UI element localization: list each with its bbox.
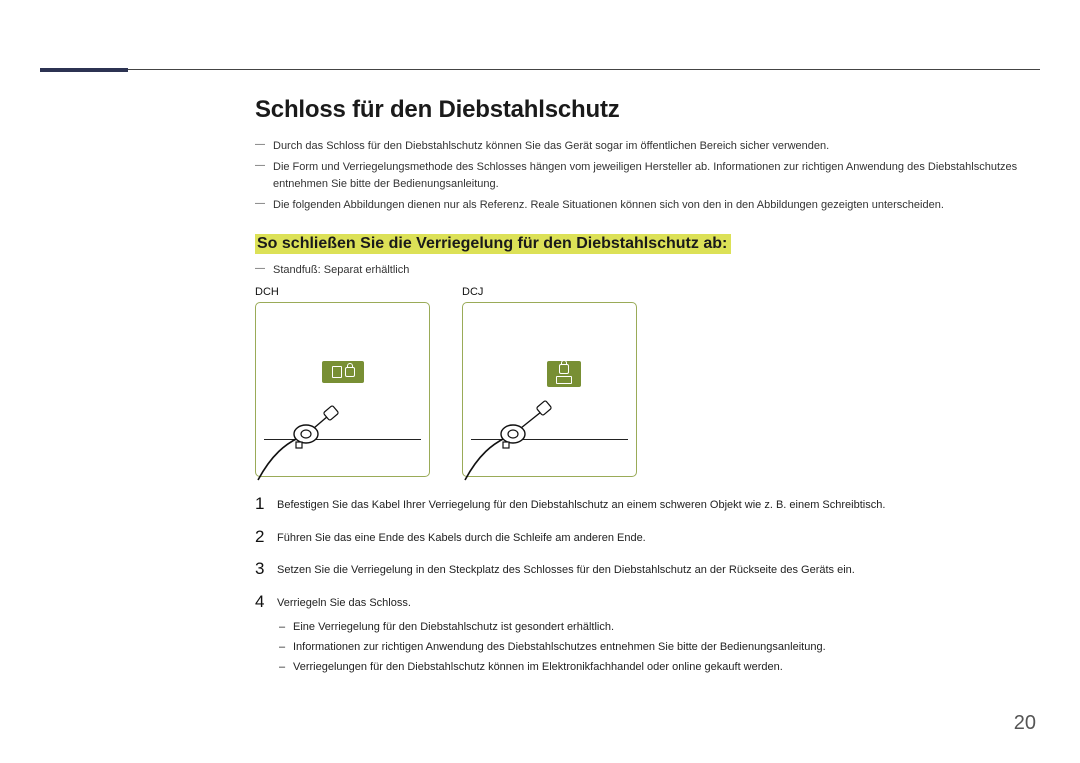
slot-icon <box>332 366 342 378</box>
step-number: 1 <box>255 495 277 512</box>
intro-bullet-2: Die Form und Verriegelungsmethode des Sc… <box>255 159 1032 193</box>
figure-dch: DCH <box>255 286 430 477</box>
intro-bullet-1: Durch das Schloss für den Diebstahlschut… <box>255 138 1032 155</box>
step-4-text: Verriegeln Sie das Schloss. <box>277 597 411 609</box>
intro-bullets: Durch das Schloss für den Diebstahlschut… <box>255 138 1032 214</box>
page-heading: Schloss für den Diebstahlschutz <box>255 96 1032 124</box>
content-area: Schloss für den Diebstahlschutz Durch da… <box>255 96 1032 693</box>
notes-list: Eine Verriegelung für den Diebstahlschut… <box>277 619 826 676</box>
step-text: Setzen Sie die Verriegelung in den Steck… <box>277 560 855 579</box>
figures-row: DCH <box>255 286 1032 477</box>
step-text: Verriegeln Sie das Schloss. Eine Verrieg… <box>277 593 826 680</box>
slot-icon <box>556 376 572 384</box>
figure-label-dch: DCH <box>255 286 430 298</box>
header-rule <box>128 69 1040 70</box>
stand-note: Standfuß: Separat erhältlich <box>255 264 1032 276</box>
note-2: Informationen zur richtigen Anwendung de… <box>277 639 826 656</box>
lock-icon <box>345 367 355 377</box>
cable-lock-icon <box>459 394 579 484</box>
figure-box-dch <box>255 302 430 477</box>
figure-dcj: DCJ <box>462 286 637 477</box>
header-accent-bar <box>40 68 128 72</box>
page-number: 20 <box>1014 712 1036 735</box>
step-number: 3 <box>255 560 277 577</box>
step-3: 3 Setzen Sie die Verriegelung in den Ste… <box>255 560 1032 579</box>
note-1: Eine Verriegelung für den Diebstahlschut… <box>277 619 826 636</box>
figure-box-dcj <box>462 302 637 477</box>
note-3: Verriegelungen für den Diebstahlschutz k… <box>277 659 826 676</box>
cable-lock-icon <box>252 394 372 484</box>
lock-badge-dch <box>322 361 364 383</box>
subheading: So schließen Sie die Verriegelung für de… <box>255 234 731 254</box>
step-2: 2 Führen Sie das eine Ende des Kabels du… <box>255 528 1032 547</box>
step-number: 4 <box>255 593 277 610</box>
step-text: Führen Sie das eine Ende des Kabels durc… <box>277 528 646 547</box>
step-4: 4 Verriegeln Sie das Schloss. Eine Verri… <box>255 593 1032 680</box>
page: Schloss für den Diebstahlschutz Durch da… <box>0 0 1080 763</box>
steps-list: 1 Befestigen Sie das Kabel Ihrer Verrieg… <box>255 495 1032 679</box>
step-text: Befestigen Sie das Kabel Ihrer Verriegel… <box>277 495 885 514</box>
step-number: 2 <box>255 528 277 545</box>
lock-icon <box>559 364 569 374</box>
figure-label-dcj: DCJ <box>462 286 637 298</box>
intro-bullet-3: Die folgenden Abbildungen dienen nur als… <box>255 197 1032 214</box>
step-1: 1 Befestigen Sie das Kabel Ihrer Verrieg… <box>255 495 1032 514</box>
lock-badge-dcj <box>547 361 581 387</box>
